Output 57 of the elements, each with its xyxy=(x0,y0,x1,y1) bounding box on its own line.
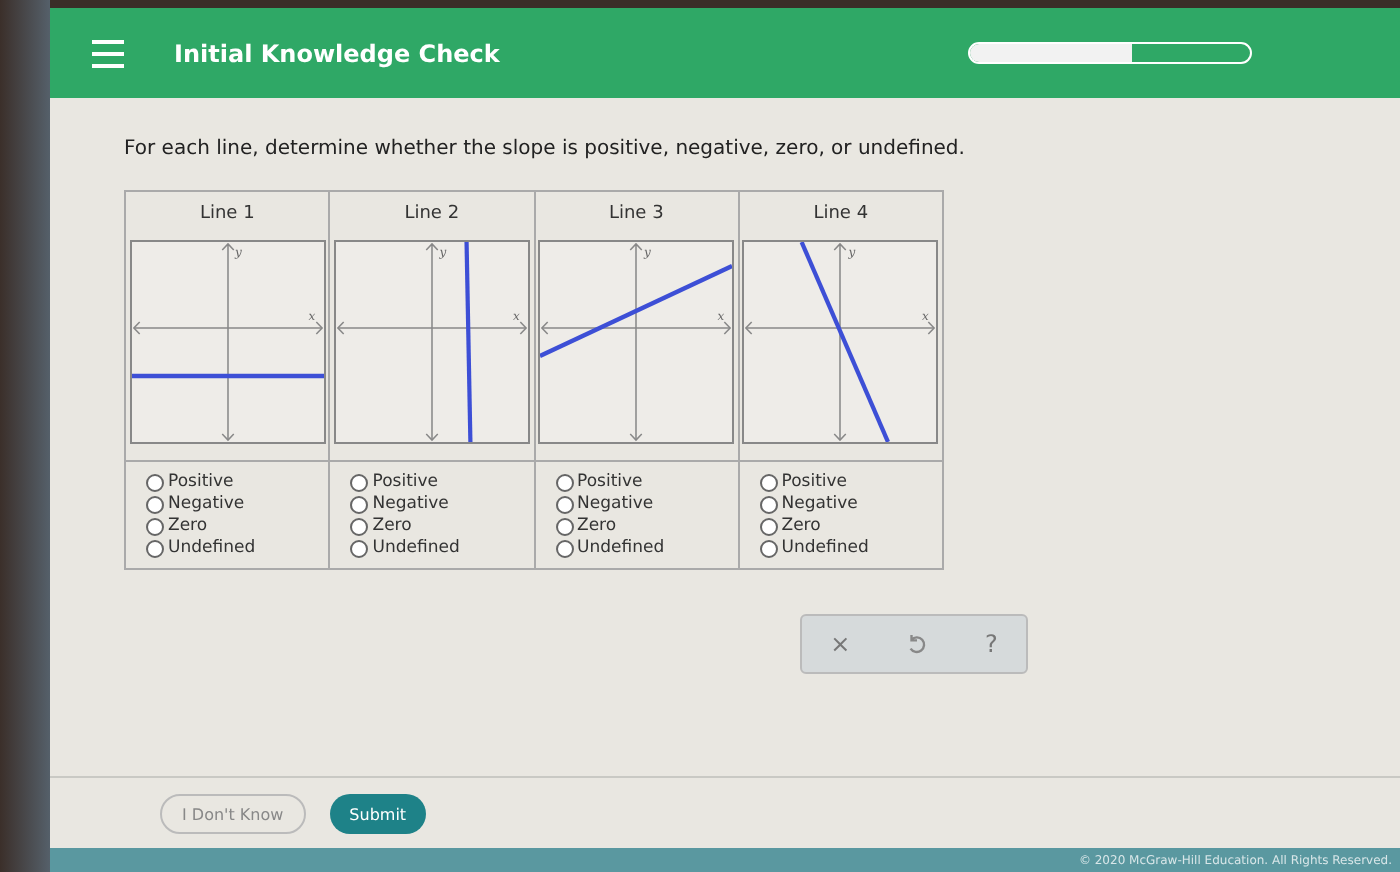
option-label: Negative xyxy=(168,494,245,514)
option-label: Negative xyxy=(781,494,858,514)
menu-icon[interactable] xyxy=(92,39,124,67)
radio-option[interactable]: Positive xyxy=(146,472,309,492)
option-label: Positive xyxy=(781,472,848,492)
radio-button[interactable] xyxy=(146,495,164,513)
radio-button[interactable] xyxy=(350,517,369,535)
radio-option[interactable]: Zero xyxy=(555,516,718,536)
option-label: Negative xyxy=(372,494,449,514)
radio-option[interactable]: Zero xyxy=(350,516,513,536)
radio-option[interactable]: Positive xyxy=(350,472,513,492)
option-label: Zero xyxy=(781,516,821,536)
radio-button[interactable] xyxy=(350,539,369,557)
option-label: Positive xyxy=(372,472,439,492)
option-label: Undefined xyxy=(781,538,869,558)
radio-option[interactable]: Positive xyxy=(759,472,922,492)
radio-button[interactable] xyxy=(146,517,164,535)
radio-option[interactable]: Zero xyxy=(146,516,309,536)
column-heading: Line 2 xyxy=(404,202,460,228)
radio-button[interactable] xyxy=(555,495,573,513)
radio-option[interactable]: Undefined xyxy=(350,538,513,558)
question-prompt: For each line, determine whether the slope is positive, negative, zero, or undefined. xyxy=(124,138,967,160)
radio-button[interactable] xyxy=(146,473,164,491)
radio-button[interactable] xyxy=(350,473,369,491)
radio-option[interactable]: Undefined xyxy=(759,538,922,558)
option-label: Positive xyxy=(577,472,643,492)
radio-option[interactable]: Negative xyxy=(759,494,922,514)
radio-button[interactable] xyxy=(555,539,573,557)
option-label: Undefined xyxy=(168,538,256,558)
radio-option[interactable]: Undefined xyxy=(146,538,309,558)
radio-button[interactable] xyxy=(350,495,369,513)
option-label: Zero xyxy=(577,516,617,536)
option-label: Positive xyxy=(168,472,234,492)
column-heading: Line 1 xyxy=(199,202,255,228)
radio-button[interactable] xyxy=(759,517,778,535)
radio-option[interactable]: Positive xyxy=(555,472,718,492)
radio-option[interactable]: Negative xyxy=(555,494,718,514)
page-title: Initial Knowledge Check xyxy=(174,39,502,67)
option-label: Zero xyxy=(372,516,412,536)
radio-button[interactable] xyxy=(146,539,164,557)
option-label: Undefined xyxy=(577,538,665,558)
submit-button[interactable]: Submit xyxy=(329,794,427,834)
option-label: Zero xyxy=(168,516,208,536)
radio-option[interactable]: Zero xyxy=(759,516,922,536)
radio-option[interactable]: Undefined xyxy=(555,538,718,558)
radio-button[interactable] xyxy=(555,517,573,535)
radio-option[interactable]: Negative xyxy=(350,494,513,514)
column-heading: Line 3 xyxy=(608,202,664,228)
option-label: Negative xyxy=(577,494,654,514)
option-label: Undefined xyxy=(372,538,460,558)
radio-button[interactable] xyxy=(555,473,573,491)
radio-button[interactable] xyxy=(759,473,778,491)
radio-option[interactable]: Negative xyxy=(146,494,309,514)
radio-button[interactable] xyxy=(759,539,778,557)
column-heading: Line 4 xyxy=(813,202,869,228)
radio-button[interactable] xyxy=(759,495,778,513)
undo-icon[interactable] xyxy=(906,633,929,655)
